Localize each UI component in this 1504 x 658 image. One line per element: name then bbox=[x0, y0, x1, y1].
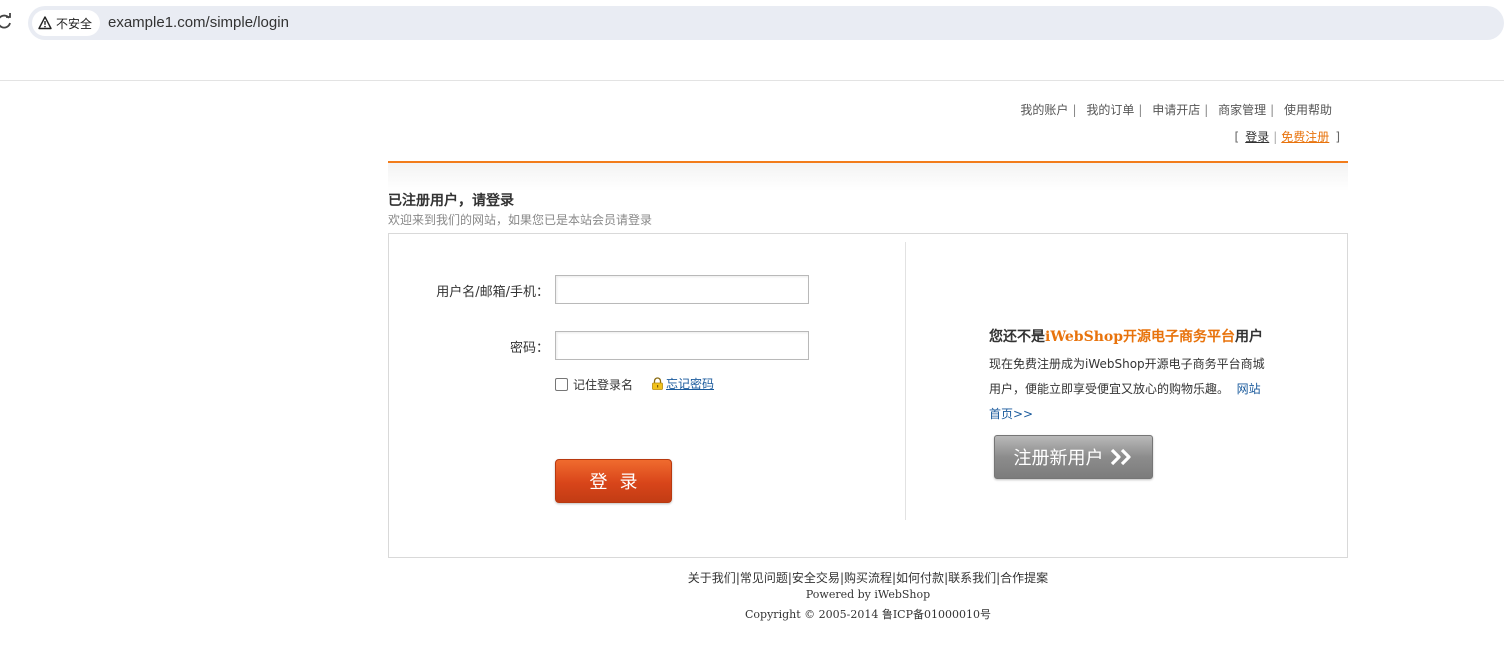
auth-links: [登录 | 免费注册] bbox=[1234, 130, 1340, 144]
footer-safe-trade[interactable]: 安全交易 bbox=[792, 571, 840, 585]
header-divider bbox=[388, 161, 1348, 191]
promo-title-suffix: 用户 bbox=[1235, 329, 1264, 345]
login-link[interactable]: 登录 bbox=[1245, 130, 1269, 144]
nav-my-orders[interactable]: 我的订单 bbox=[1086, 103, 1134, 117]
warning-icon bbox=[38, 16, 52, 30]
reload-icon[interactable] bbox=[0, 12, 14, 32]
remember-checkbox[interactable] bbox=[555, 378, 568, 391]
footer-contact[interactable]: 联系我们 bbox=[948, 571, 996, 585]
remember-label: 记住登录名 bbox=[573, 378, 634, 392]
nav-apply-shop[interactable]: 申请开店 bbox=[1152, 103, 1200, 117]
promo-title: 您还不是iWebShop开源电子商务平台用户 bbox=[989, 326, 1263, 346]
login-subtitle: 欢迎来到我们的网站，如果您已是本站会员请登录 bbox=[388, 213, 653, 227]
security-label: 不安全 bbox=[56, 16, 93, 31]
login-submit-button[interactable]: 登录 bbox=[555, 459, 672, 503]
forgot-password[interactable]: 忘记密码 bbox=[651, 375, 714, 392]
browser-toolbar: 不安全 example1.com/simple/login bbox=[0, 0, 1504, 81]
remember-me[interactable]: 记住登录名 bbox=[555, 376, 633, 393]
footer-about[interactable]: 关于我们 bbox=[688, 571, 736, 585]
nav-merchant-admin[interactable]: 商家管理 bbox=[1218, 103, 1266, 117]
promo-body-text: 现在免费注册成为iWebShop开源电子商务平台商城用户，便能立即享受便宜又放心… bbox=[989, 357, 1265, 396]
powered-by: Powered by iWebShop bbox=[805, 588, 931, 601]
username-label: 用户名/邮箱/手机： bbox=[436, 285, 549, 300]
security-indicator[interactable]: 不安全 bbox=[32, 10, 101, 36]
lock-icon bbox=[652, 377, 663, 390]
username-input[interactable] bbox=[555, 275, 809, 304]
nav-my-account[interactable]: 我的账户 bbox=[1020, 103, 1068, 117]
promo-title-prefix: 您还不是 bbox=[989, 329, 1045, 345]
copyright: Copyright © 2005-2014 鲁ICP备01000010号 bbox=[745, 608, 991, 621]
footer-links: 关于我们|常见问题|安全交易|购买流程|如何付款|联系我们|合作提案 bbox=[687, 571, 1049, 585]
register-new-user-button[interactable]: 注册新用户 bbox=[994, 435, 1153, 479]
promo-brand: iWebShop开源电子商务平台 bbox=[1045, 329, 1236, 345]
free-register-link[interactable]: 免费注册 bbox=[1281, 130, 1329, 144]
url-text[interactable]: example1.com/simple/login bbox=[108, 14, 289, 31]
footer-purchase-flow[interactable]: 购买流程 bbox=[844, 571, 892, 585]
promo-description: 现在免费注册成为iWebShop开源电子商务平台商城用户，便能立即享受便宜又放心… bbox=[989, 352, 1271, 427]
nav-help[interactable]: 使用帮助 bbox=[1284, 103, 1332, 117]
double-chevron-right-icon bbox=[1110, 448, 1131, 466]
login-panel: 用户名/邮箱/手机： 密码： 记住登录名 忘记密码 登录 您还不是iWebSho… bbox=[388, 233, 1348, 558]
register-button-label: 注册新用户 bbox=[1013, 448, 1104, 469]
login-title: 已注册用户，请登录 bbox=[388, 193, 514, 209]
footer-cooperation[interactable]: 合作提案 bbox=[1000, 571, 1048, 585]
address-bar[interactable]: 不安全 example1.com/simple/login bbox=[28, 6, 1504, 40]
top-nav: 我的账户 | 我的订单 | 申请开店 | 商家管理 | 使用帮助 bbox=[1020, 103, 1332, 117]
footer-faq[interactable]: 常见问题 bbox=[740, 571, 788, 585]
forgot-password-link[interactable]: 忘记密码 bbox=[666, 375, 714, 392]
panel-divider bbox=[905, 242, 906, 520]
footer-payment[interactable]: 如何付款 bbox=[896, 571, 944, 585]
password-input[interactable] bbox=[555, 331, 809, 360]
password-label: 密码： bbox=[509, 341, 549, 356]
